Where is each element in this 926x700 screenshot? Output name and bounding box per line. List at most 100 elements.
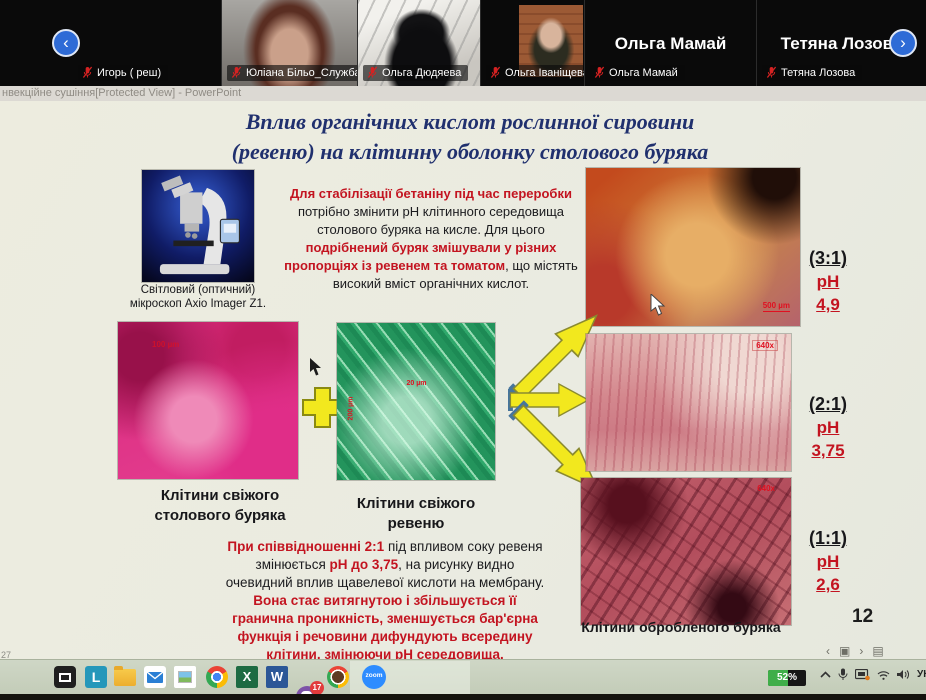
participant-name: Юліана Більо_Служба_... — [246, 67, 358, 79]
chrome-icon[interactable] — [206, 666, 228, 688]
participant-name: Ольга Іваніщева — [505, 67, 585, 79]
mic-muted-icon — [490, 66, 501, 79]
participant-name: Тетяна Лозова — [781, 67, 855, 79]
slide-page-number: 12 — [852, 606, 873, 628]
caption-fresh-rhubarb: Клітини свіжого ревеню — [330, 494, 502, 534]
scale-bar-label: 500 µm — [763, 301, 790, 312]
participant-tile-lozova[interactable]: Тетяна Лозова Тетяна Лозова › — [757, 0, 926, 86]
micrograph-ratio-3-1: 500 µm — [586, 168, 800, 326]
ratio-value: (1:1) — [795, 527, 861, 550]
language-indicator[interactable]: УКР — [917, 669, 926, 680]
battery-indicator[interactable]: 52% — [768, 670, 806, 686]
gallery-prev-button[interactable]: ‹ — [52, 29, 80, 57]
micrograph-fresh-rhubarb: 20 µm 200 µm — [337, 323, 495, 480]
battery-percent: 52% — [768, 670, 806, 686]
ph-label: pH — [795, 270, 861, 293]
caption-line: ревеню — [330, 514, 502, 534]
media-player-icon[interactable] — [54, 666, 76, 688]
microscope-caption-line2: мікроскоп Axio Imager Z1. — [110, 297, 286, 311]
file-explorer-icon[interactable] — [114, 669, 136, 686]
participant-name: Ольга Мамай — [609, 67, 678, 79]
caption-treated-beet: Клітини обробленого буряка — [556, 619, 806, 635]
ratio-label-2-1: (2:1) pH 3,75 — [793, 393, 863, 462]
caption-line: Клітини свіжого — [330, 494, 502, 514]
micrograph-ratio-1-1: 640x — [581, 478, 791, 625]
tray-microphone-icon[interactable] — [838, 668, 848, 681]
system-tray: УКР — [820, 668, 926, 681]
ratio-value: (2:1) — [793, 393, 863, 416]
slide-title-line2: (ревеню) на клітинну оболонку столового … — [70, 137, 870, 167]
ratio-value: (3:1) — [795, 247, 861, 270]
ph-label: pH — [795, 550, 861, 573]
mic-muted-icon — [766, 66, 777, 79]
microscope-photo — [142, 170, 254, 282]
mic-muted-icon — [594, 66, 605, 79]
caption-fresh-beet: Клітини свіжого столового буряка — [126, 486, 314, 526]
mouse-cursor-ghost — [650, 294, 666, 317]
participant-tile-igor[interactable]: ‹ Игорь ( реш) — [0, 0, 222, 86]
mail-icon[interactable] — [144, 666, 166, 688]
tray-speaker-icon[interactable] — [897, 669, 910, 680]
micrograph-fresh-beet: 100 µm — [118, 322, 298, 479]
notification-badge: 17 — [310, 681, 324, 695]
slideshow-button[interactable]: ▣ — [839, 644, 859, 658]
intro-paragraph: Для стабілізації бетаніну під час переро… — [268, 185, 594, 293]
microscope-caption-line1: Світловий (оптичний) — [110, 283, 286, 297]
prev-slide-button[interactable]: ‹ — [826, 644, 839, 658]
ph-value: 3,75 — [793, 439, 863, 462]
participant-tile-yuliana[interactable]: Юліана Більо_Служба_... — [222, 0, 358, 86]
scale-bar-label: 20 µm — [407, 380, 427, 387]
excel-icon[interactable]: X — [236, 666, 258, 688]
gallery-next-button[interactable]: › — [889, 29, 917, 57]
zoom-gallery-strip: ‹ Игорь ( реш) Юліана Більо_Служба_... — [0, 0, 926, 86]
screen-bezel — [0, 694, 926, 700]
ratio-label-1-1: (1:1) pH 2,6 — [795, 527, 861, 596]
participant-name-tag: Юліана Більо_Служба_... — [227, 65, 358, 81]
magnification-label: 640x — [757, 484, 775, 493]
participant-name: Ольга Дюдяева — [382, 67, 461, 79]
mic-muted-icon — [82, 66, 93, 79]
participant-name-tag: Ольга Дюдяева — [363, 65, 468, 81]
word-icon[interactable]: W — [266, 666, 288, 688]
windows-taskbar: L X W 17 zoom 52% УКР — [0, 659, 926, 694]
photo-viewer-icon[interactable] — [174, 666, 196, 688]
micrograph-ratio-2-1: 640x — [586, 334, 791, 471]
conclusion-paragraph: При співвідношенні 2:1 під впливом соку … — [188, 538, 582, 664]
slide-title-line1: Вплив органічних кислот рослинної сирови… — [70, 107, 870, 137]
tray-wifi-icon[interactable] — [877, 670, 890, 680]
slide-area: Вплив органічних кислот рослинної сирови… — [0, 101, 926, 659]
next-slide-button[interactable]: › — [859, 644, 872, 658]
microscope-caption: Світловий (оптичний) мікроскоп Axio Imag… — [110, 283, 286, 311]
tray-chevron-icon[interactable] — [820, 671, 831, 679]
reading-view-controls: ‹▣›▤ — [826, 644, 893, 658]
ph-label: pH — [793, 416, 863, 439]
powerpoint-titlebar[interactable]: нвекційне сушіння[Protected View] - Powe… — [0, 86, 926, 101]
slide-title: Вплив органічних кислот рослинної сирови… — [70, 107, 870, 167]
scale-bar-label: 200 µm — [347, 396, 354, 420]
mic-muted-icon — [367, 66, 378, 79]
caption-line: столового буряка — [126, 506, 314, 526]
l-app-icon[interactable]: L — [85, 666, 107, 688]
zoom-app-icon[interactable]: zoom — [362, 665, 386, 689]
ph-value: 4,9 — [795, 293, 861, 316]
laptop-screen: ‹ Игорь ( реш) Юліана Більо_Служба_... — [0, 0, 926, 700]
participant-tile-ivanishcheva[interactable]: Ольга Іваніщева — [481, 0, 585, 86]
participant-tile-dudyaeva[interactable]: Ольга Дюдяева — [358, 0, 481, 86]
browser-profile-icon[interactable] — [327, 666, 349, 688]
ph-value: 2,6 — [795, 573, 861, 596]
tray-display-icon[interactable] — [855, 669, 870, 681]
participant-name-tag: Тетяна Лозова — [762, 65, 862, 81]
participant-display-name: Ольга Мамай — [585, 34, 756, 54]
caption-line: Клітини свіжого — [126, 486, 314, 506]
participant-name-tag: Ольга Іваніщева — [486, 65, 585, 81]
participant-name-tag: Ольга Мамай — [590, 65, 685, 81]
participant-name: Игорь ( реш) — [97, 67, 161, 79]
magnification-label: 640x — [753, 341, 777, 350]
notes-button[interactable]: ▤ — [872, 644, 892, 658]
participant-tile-mamai[interactable]: Ольга Мамай Ольга Мамай — [585, 0, 757, 86]
mic-muted-icon — [231, 66, 242, 79]
ratio-label-3-1: (3:1) pH 4,9 — [795, 247, 861, 316]
microscope-illustration — [142, 170, 254, 282]
mouse-cursor — [309, 358, 322, 377]
participant-name-tag: Игорь ( реш) — [78, 65, 168, 81]
